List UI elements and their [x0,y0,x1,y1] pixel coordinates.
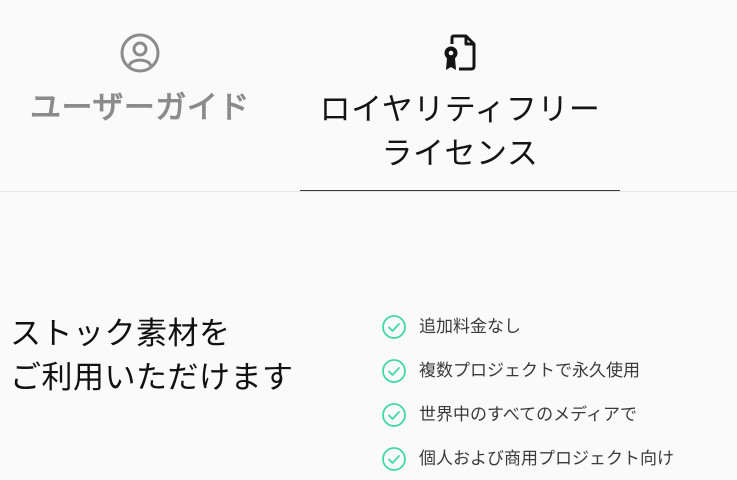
tab-label-line: ライセンス [381,136,539,172]
tab-label-line: ロイヤリティフリー [319,92,601,128]
section-heading: ストック素材を ご利用いただけます [10,312,294,400]
tab-royalty-free-license-label: ロイヤリティフリー ライセンス [320,88,601,176]
tab-divider [0,191,737,192]
feature-text: 複数プロジェクトで永久使用 [419,360,640,381]
check-circle-icon [382,358,406,383]
heading-line: ストック素材を [10,316,231,352]
feature-text: 個人および商用プロジェクト向け [419,448,674,469]
feature-list: 追加料金なし 複数プロジェクトで永久使用 世界中のすべてのメディアで 個人および… [381,313,674,480]
check-circle-icon [382,446,406,471]
certificate-document-icon [444,34,476,71]
feature-item: 個人および商用プロジェクト向け [381,445,674,472]
tab-user-guide[interactable]: ユーザーガイド [0,0,280,192]
heading-line: ご利用いただけます [10,360,294,396]
page: ユーザーガイド ロイヤリティフリー ライセンス ストック素材を ご利用いただけま… [0,0,737,480]
feature-item: 追加料金なし [381,313,674,340]
check-circle-icon [382,402,406,427]
feature-item: 複数プロジェクトで永久使用 [381,357,674,384]
tab-user-guide-label: ユーザーガイド [30,90,250,126]
user-circle-icon [120,33,160,73]
feature-item: 世界中のすべてのメディアで [381,401,674,428]
tab-royalty-free-license[interactable]: ロイヤリティフリー ライセンス [300,0,620,192]
tab-bar: ユーザーガイド ロイヤリティフリー ライセンス [0,0,737,192]
feature-text: 世界中のすべてのメディアで [419,404,637,425]
feature-text: 追加料金なし [419,316,521,337]
check-circle-icon [382,314,406,339]
